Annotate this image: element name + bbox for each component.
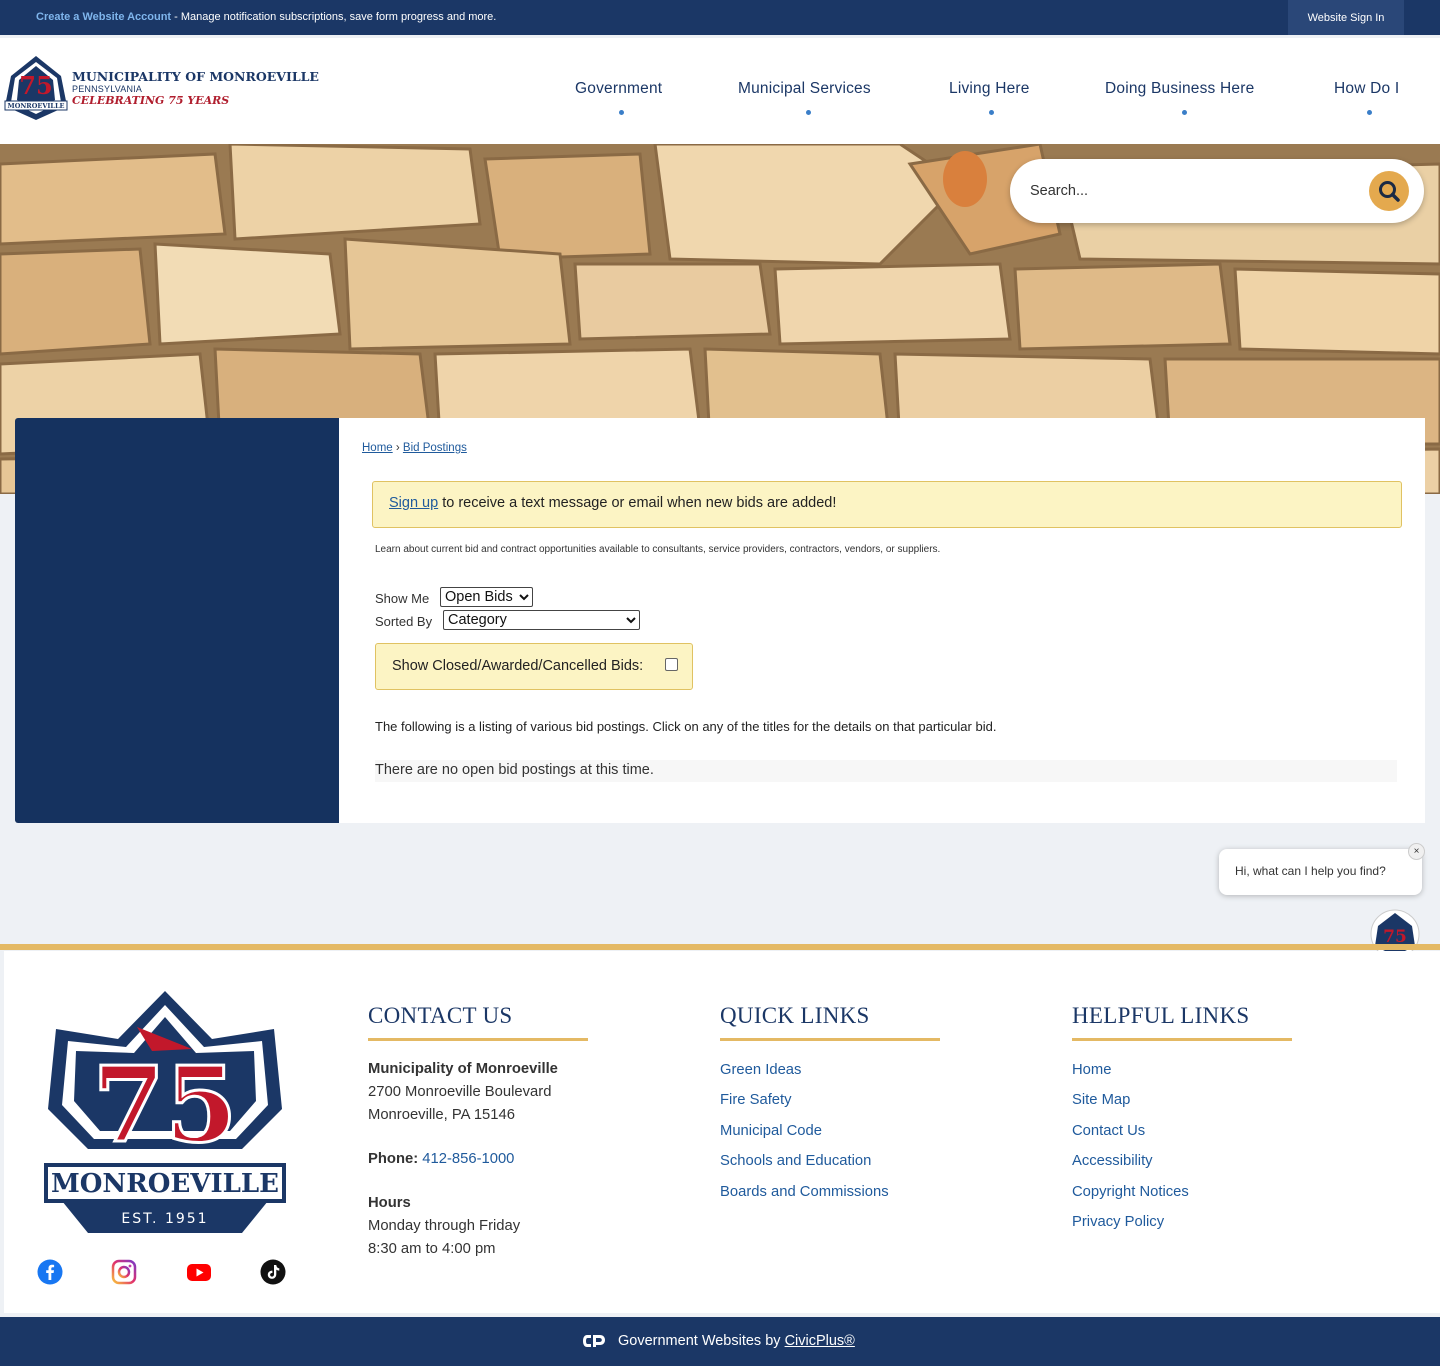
- signup-alert-text: to receive a text message or email when …: [438, 495, 837, 511]
- quick-links-heading: QUICK LINKS: [720, 1003, 870, 1028]
- contact-column: CONTACT US Municipality of Monroeville 2…: [368, 1003, 588, 1261]
- nav-dot: [1182, 110, 1187, 115]
- show-me-select[interactable]: Open Bids: [440, 587, 533, 607]
- helpful-link-site-map[interactable]: Site Map: [1072, 1085, 1292, 1115]
- civicplus-bar: Government Websites by CivicPlus®: [0, 1317, 1440, 1366]
- nav-municipal-services[interactable]: Municipal Services: [738, 80, 871, 98]
- nav-dot: [1367, 110, 1372, 115]
- nav-living-here[interactable]: Living Here: [949, 80, 1030, 98]
- chat-close-icon[interactable]: ×: [1408, 843, 1425, 860]
- contact-address-2: Monroeville, PA 15146: [368, 1107, 515, 1123]
- main-content: Home › Bid Postings Sign up to receive a…: [339, 418, 1425, 823]
- helpful-link-accessibility[interactable]: Accessibility: [1072, 1146, 1292, 1176]
- nav-doing-business-here[interactable]: Doing Business Here: [1105, 80, 1254, 98]
- tiktok-icon[interactable]: [260, 1259, 286, 1285]
- site-footer: 75 MONROEVILLE EST. 1951 CONTACT US Muni…: [4, 951, 1440, 1313]
- helpful-links-column: HELPFUL LINKS Home Site Map Contact Us A…: [1072, 1003, 1292, 1237]
- top-bar: Create a Website Account - Manage notifi…: [0, 0, 1440, 35]
- search-icon: [1379, 181, 1400, 202]
- footer-divider: [0, 944, 1440, 950]
- site-logo[interactable]: 75 MONROEVILLE MUNICIPALITY OF MONROEVIL…: [3, 54, 319, 124]
- sorted-by-select[interactable]: Category: [443, 610, 640, 630]
- listing-description: The following is a listing of various bi…: [375, 719, 997, 734]
- phone-link[interactable]: 412-856-1000: [422, 1151, 514, 1167]
- civicplus-credit: Government Websites by CivicPlus®: [618, 1333, 855, 1349]
- contact-org: Municipality of Monroeville: [368, 1061, 558, 1077]
- footer-logo-icon[interactable]: 75 MONROEVILLE EST. 1951: [42, 989, 288, 1235]
- closed-bids-toggle: Show Closed/Awarded/Cancelled Bids:: [375, 643, 693, 690]
- heading-underline: [1072, 1038, 1292, 1041]
- helpful-link-home[interactable]: Home: [1072, 1055, 1292, 1085]
- facebook-icon[interactable]: [37, 1259, 63, 1285]
- breadcrumb: Home › Bid Postings: [362, 442, 467, 454]
- quick-link-green-ideas[interactable]: Green Ideas: [720, 1055, 940, 1085]
- account-message-text: - Manage notification subscriptions, sav…: [171, 11, 497, 23]
- breadcrumb-home[interactable]: Home: [362, 442, 393, 454]
- quick-link-boards[interactable]: Boards and Commissions: [720, 1177, 940, 1207]
- site-header: 75 MONROEVILLE MUNICIPALITY OF MONROEVIL…: [0, 38, 1440, 144]
- hours-days: Monday through Friday: [368, 1218, 521, 1234]
- breadcrumb-bid-postings[interactable]: Bid Postings: [403, 442, 467, 454]
- chat-bubble[interactable]: Hi, what can I help you find?: [1219, 849, 1422, 895]
- svg-text:75: 75: [93, 1043, 238, 1166]
- no-bids-message: There are no open bid postings at this t…: [375, 760, 1397, 782]
- sorted-by-label: Sorted By: [375, 614, 433, 629]
- quick-link-schools[interactable]: Schools and Education: [720, 1146, 940, 1176]
- helpful-link-copyright[interactable]: Copyright Notices: [1072, 1177, 1292, 1207]
- svg-text:75: 75: [19, 71, 52, 100]
- contact-heading: CONTACT US: [368, 1003, 513, 1028]
- closed-bids-checkbox[interactable]: [665, 658, 678, 671]
- show-me-label: Show Me: [375, 591, 430, 606]
- logo-state: PENNSYLVANIA: [72, 84, 143, 94]
- svg-text:MONROEVILLE: MONROEVILLE: [8, 102, 65, 110]
- logo-title: MUNICIPALITY OF MONROEVILLE: [72, 69, 319, 84]
- helpful-links-heading: HELPFUL LINKS: [1072, 1003, 1250, 1028]
- heading-underline: [720, 1038, 940, 1041]
- nav-government[interactable]: Government: [575, 80, 662, 98]
- signup-alert: Sign up to receive a text message or ema…: [372, 481, 1402, 528]
- quick-links-column: QUICK LINKS Green Ideas Fire Safety Muni…: [720, 1003, 940, 1207]
- sign-in-button[interactable]: Website Sign In: [1288, 0, 1404, 35]
- heading-underline: [368, 1038, 588, 1041]
- signup-link[interactable]: Sign up: [389, 495, 438, 511]
- contact-details: Municipality of Monroeville 2700 Monroev…: [368, 1058, 588, 1261]
- intro-text: Learn about current bid and contract opp…: [375, 544, 941, 555]
- nav-dot: [989, 110, 994, 115]
- helpful-links-list: Home Site Map Contact Us Accessibility C…: [1072, 1055, 1292, 1237]
- logo-emblem-icon: 75 MONROEVILLE: [4, 56, 68, 120]
- civicplus-link[interactable]: CivicPlus®: [785, 1333, 855, 1349]
- search-input[interactable]: [1030, 173, 1350, 209]
- youtube-icon[interactable]: [186, 1259, 212, 1285]
- phone-label: Phone:: [368, 1151, 423, 1167]
- hours-time: 8:30 am to 4:00 pm: [368, 1241, 496, 1257]
- quick-link-municipal-code[interactable]: Municipal Code: [720, 1116, 940, 1146]
- search-box: [1010, 159, 1424, 223]
- sidebar-panel: [15, 418, 339, 823]
- civicplus-prefix: Government Websites by: [618, 1333, 785, 1349]
- svg-text:MONROEVILLE: MONROEVILLE: [51, 1169, 279, 1199]
- svg-text:EST. 1951: EST. 1951: [121, 1211, 208, 1227]
- quick-link-fire-safety[interactable]: Fire Safety: [720, 1085, 940, 1115]
- logo-tagline: CELEBRATING 75 YEARS: [72, 94, 230, 107]
- nav-how-do-i[interactable]: How Do I: [1334, 80, 1399, 98]
- hours-label: Hours: [368, 1195, 411, 1211]
- contact-address-1: 2700 Monroeville Boulevard: [368, 1084, 552, 1100]
- instagram-icon[interactable]: [111, 1259, 137, 1285]
- account-message: Create a Website Account - Manage notifi…: [36, 11, 496, 23]
- nav-dot: [619, 110, 624, 115]
- nav-dot: [806, 110, 811, 115]
- breadcrumb-separator: ›: [392, 442, 403, 454]
- helpful-link-privacy[interactable]: Privacy Policy: [1072, 1207, 1292, 1237]
- closed-bids-label: Show Closed/Awarded/Cancelled Bids:: [392, 658, 644, 674]
- helpful-link-contact-us[interactable]: Contact Us: [1072, 1116, 1292, 1146]
- quick-links-list: Green Ideas Fire Safety Municipal Code S…: [720, 1055, 940, 1207]
- create-account-link[interactable]: Create a Website Account: [36, 11, 171, 23]
- civicplus-icon: [583, 1335, 605, 1347]
- search-button[interactable]: [1369, 171, 1409, 211]
